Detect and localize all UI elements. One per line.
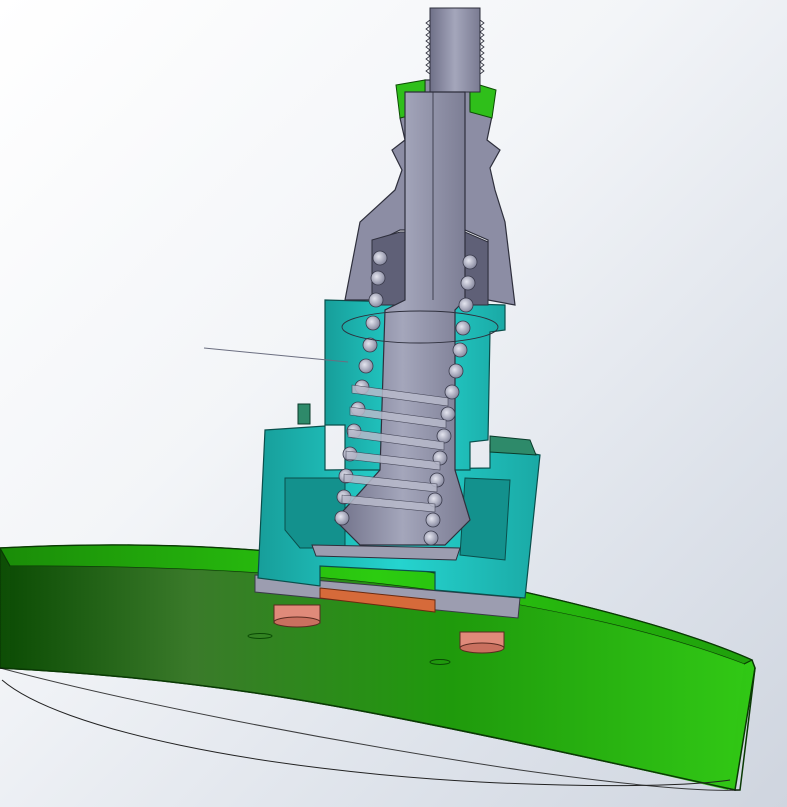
cad-viewport[interactable] [0, 0, 787, 807]
threaded-stem [425, 7, 485, 93]
valve-section-drawing [0, 7, 756, 791]
bolt-left [273, 604, 321, 628]
bolt-right [459, 631, 505, 654]
flange-plate [0, 544, 756, 791]
